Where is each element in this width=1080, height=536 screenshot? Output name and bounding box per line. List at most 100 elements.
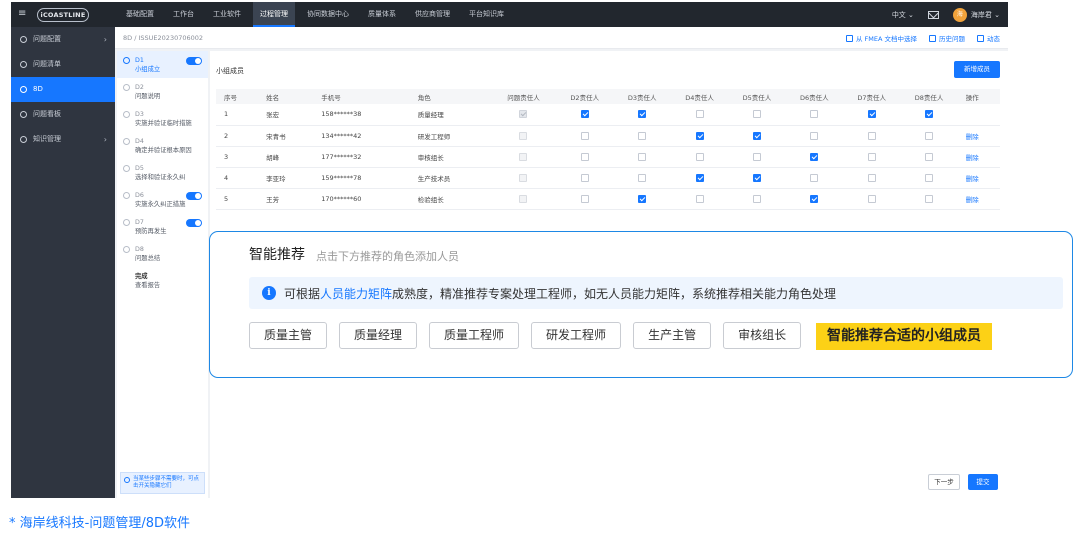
cell-responsible (728, 167, 786, 189)
cell-responsible (900, 146, 958, 168)
role-tag[interactable]: 质量工程师 (429, 322, 520, 349)
responsible-checkbox[interactable] (867, 152, 876, 161)
responsible-checkbox[interactable] (638, 173, 647, 182)
responsible-checkbox[interactable] (867, 194, 876, 203)
step-d6[interactable]: D6 实施永久纠正措施 (117, 186, 208, 213)
delete-link[interactable]: 删除 (966, 133, 979, 141)
cell-no: 5 (216, 188, 259, 210)
responsible-checkbox[interactable] (867, 131, 876, 140)
nav-item-process-management[interactable]: 过程管理 (253, 2, 295, 27)
responsible-checkbox[interactable] (580, 131, 589, 140)
nav-item-quality-system[interactable]: 质量体系 (361, 2, 403, 27)
responsible-checkbox[interactable] (925, 110, 934, 119)
responsible-checkbox[interactable] (695, 152, 704, 161)
gear-icon (20, 36, 27, 43)
responsible-checkbox[interactable] (695, 173, 704, 182)
user-menu[interactable]: 海岸君 ⌄ (971, 10, 1000, 20)
gear-icon (20, 136, 27, 143)
cell-responsible (785, 125, 843, 147)
activity-button[interactable]: 动态 (977, 33, 1000, 43)
responsible-checkbox[interactable] (695, 131, 704, 140)
sidebar-item-issue-board[interactable]: 问题看板 (11, 102, 115, 127)
step-toggle[interactable] (186, 219, 202, 227)
responsible-checkbox[interactable] (695, 194, 704, 203)
responsible-checkbox[interactable] (580, 110, 589, 119)
responsible-checkbox[interactable] (638, 152, 647, 161)
responsible-checkbox[interactable] (925, 152, 934, 161)
responsible-checkbox[interactable] (867, 110, 876, 119)
responsible-checkbox[interactable] (925, 173, 934, 182)
responsible-checkbox[interactable] (810, 110, 819, 119)
responsible-checkbox[interactable] (752, 110, 761, 119)
breadcrumb-root[interactable]: 8D (123, 34, 132, 42)
step-toggle[interactable] (186, 57, 202, 65)
step-d5[interactable]: D5 选择和验证永久纠 (117, 159, 208, 186)
role-tag[interactable]: 审核组长 (723, 322, 802, 349)
step-finish[interactable]: 完成 查看报告 (117, 267, 208, 294)
responsible-checkbox[interactable] (580, 194, 589, 203)
submit-button[interactable]: 提交 (968, 474, 998, 490)
step-toggle[interactable] (186, 192, 202, 200)
nav-item-knowledge-base[interactable]: 平台知识库 (462, 2, 511, 27)
next-step-button[interactable]: 下一步 (928, 474, 960, 490)
nav-item-data-center[interactable]: 协同数据中心 (300, 2, 356, 27)
responsible-checkbox[interactable] (925, 131, 934, 140)
responsible-checkbox[interactable] (810, 173, 819, 182)
sidebar-item-issue-config[interactable]: 问题配置 › (11, 27, 115, 52)
sidebar-item-issue-list[interactable]: 问题清单 (11, 52, 115, 77)
delete-link[interactable]: 删除 (966, 154, 979, 162)
responsible-checkbox[interactable] (638, 194, 647, 203)
capability-matrix-link[interactable]: 人员能力矩阵 (320, 287, 392, 301)
nav-item-basic-config[interactable]: 基础配置 (119, 2, 161, 27)
check-circle-icon (123, 84, 130, 91)
step-d2[interactable]: D2 问题说明 (117, 78, 208, 105)
cell-responsible (728, 146, 786, 168)
responsible-checkbox[interactable] (580, 152, 589, 161)
sidebar-item-knowledge[interactable]: 知识管理 › (11, 127, 115, 152)
responsible-checkbox[interactable] (695, 110, 704, 119)
cell-phone: 158******38 (313, 104, 410, 126)
responsible-checkbox[interactable] (752, 173, 761, 182)
add-member-button[interactable]: 新增成员 (954, 61, 1000, 78)
role-tag[interactable]: 质量经理 (339, 322, 418, 349)
delete-link[interactable]: 删除 (966, 175, 979, 183)
step-d3[interactable]: D3 实施并验证临时措施 (117, 105, 208, 132)
responsible-checkbox[interactable] (810, 152, 819, 161)
mail-icon[interactable] (927, 10, 939, 19)
responsible-checkbox[interactable] (580, 173, 589, 182)
history-issues-button[interactable]: 历史问题 (929, 33, 965, 43)
responsible-checkbox[interactable] (867, 173, 876, 182)
responsible-checkbox[interactable] (752, 131, 761, 140)
cell-responsible (670, 125, 729, 147)
step-d8[interactable]: D8 问题总结 (117, 240, 208, 267)
step-d7[interactable]: D7 预防再发生 (117, 213, 208, 240)
delete-link[interactable]: 删除 (966, 196, 979, 204)
role-tag[interactable]: 生产主管 (633, 322, 712, 349)
step-d4[interactable]: D4 确定并验证根本原因 (117, 132, 208, 159)
nav-item-supplier-management[interactable]: 供应商管理 (408, 2, 457, 27)
menu-icon[interactable]: ≡ (18, 8, 28, 20)
responsible-checkbox[interactable] (638, 110, 647, 119)
role-tag[interactable]: 研发工程师 (531, 322, 622, 349)
gear-icon (20, 86, 27, 93)
language-select[interactable]: 中文 ⌄ (892, 10, 914, 20)
sidebar-item-8d[interactable]: 8D (11, 77, 115, 102)
nav-item-industrial-software[interactable]: 工业软件 (206, 2, 248, 27)
check-circle-icon (123, 111, 130, 118)
responsible-checkbox[interactable] (925, 194, 934, 203)
action-label: 从 FMEA 文档中选择 (855, 35, 917, 43)
cell-role: 审核组长 (409, 146, 491, 168)
responsible-checkbox[interactable] (752, 152, 761, 161)
sidebar-item-label: 问题看板 (33, 110, 61, 118)
select-from-fmea-button[interactable]: 从 FMEA 文档中选择 (845, 33, 917, 43)
responsible-checkbox[interactable] (752, 194, 761, 203)
check-circle-icon (123, 192, 130, 199)
responsible-checkbox[interactable] (810, 131, 819, 140)
step-d1[interactable]: D1 小组成立 (117, 51, 208, 78)
nav-item-workbench[interactable]: 工作台 (166, 2, 201, 27)
responsible-checkbox[interactable] (810, 194, 819, 203)
responsible-checkbox[interactable] (638, 131, 647, 140)
avatar[interactable]: 海 (952, 7, 967, 22)
role-tag[interactable]: 质量主管 (249, 322, 328, 349)
cell-name: 张宏 (258, 104, 314, 126)
